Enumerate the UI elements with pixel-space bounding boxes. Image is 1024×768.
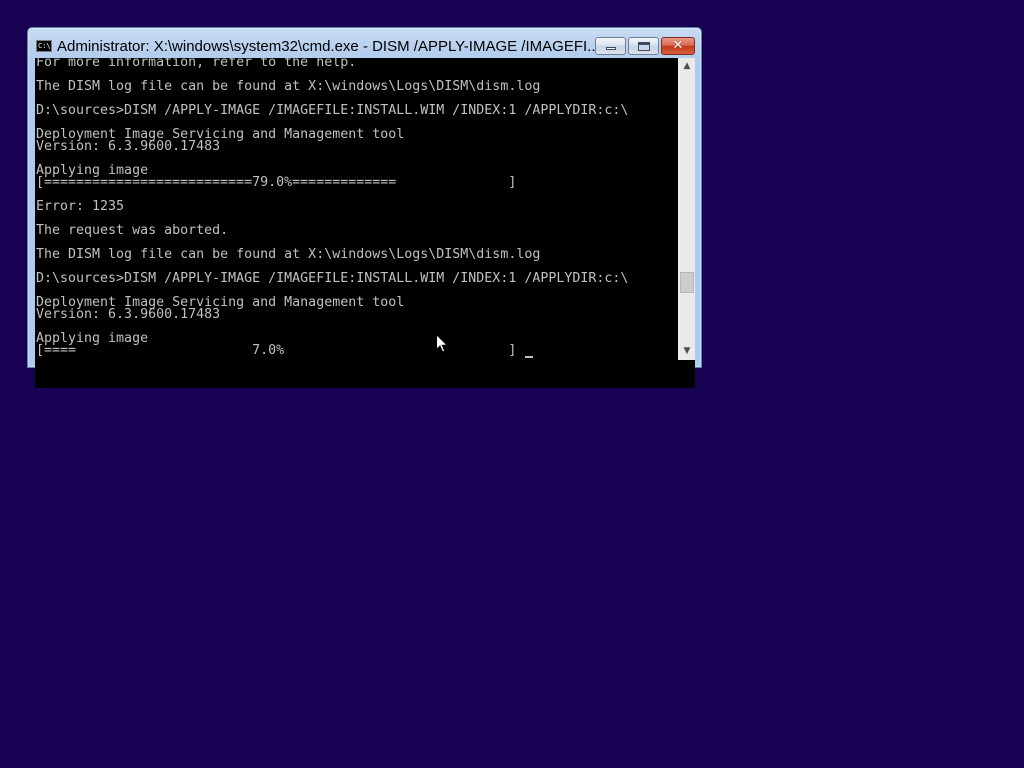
console-line: For more information, refer to the help. <box>36 58 357 70</box>
chevron-down-icon[interactable]: ▼ <box>679 343 695 360</box>
console-line: The DISM log file can be found at X:\win… <box>36 247 541 262</box>
text-cursor <box>525 356 533 358</box>
console-output-viewport[interactable]: For more information, refer to the help.… <box>35 58 678 360</box>
console-line: The DISM log file can be found at X:\win… <box>36 79 541 94</box>
close-button[interactable]: ✕ <box>661 37 695 55</box>
console-line: The request was aborted. <box>36 223 229 238</box>
console-line: Error: 1235 <box>36 199 125 214</box>
cmd-window[interactable]: C:\ Administrator: X:\windows\system32\c… <box>27 27 702 388</box>
vertical-scrollbar[interactable]: ▲ ▼ <box>678 58 695 360</box>
minimize-button[interactable] <box>595 37 626 55</box>
scrollbar-thumb[interactable] <box>680 272 694 293</box>
console-line: Version: 6.3.9600.17483 <box>36 139 221 154</box>
console-line: D:\sources>DISM /APPLY-IMAGE /IMAGEFILE:… <box>36 271 629 286</box>
minimize-icon <box>606 47 616 50</box>
mouse-pointer-icon <box>436 334 448 353</box>
console-line: [==========================79.0%========… <box>36 175 517 190</box>
maximize-button[interactable] <box>628 37 659 55</box>
close-icon: ✕ <box>672 38 684 53</box>
console-line: D:\sources>DISM /APPLY-IMAGE /IMAGEFILE:… <box>36 103 629 118</box>
console-line: Version: 6.3.9600.17483 <box>36 307 221 322</box>
console-output: For more information, refer to the help.… <box>36 58 628 357</box>
title-bar[interactable]: C:\ Administrator: X:\windows\system32\c… <box>28 28 701 59</box>
maximize-icon <box>638 42 650 51</box>
chevron-up-icon[interactable]: ▲ <box>679 58 695 75</box>
cmd-app-icon[interactable]: C:\ <box>36 40 52 52</box>
console-area[interactable]: For more information, refer to the help.… <box>35 58 695 388</box>
window-bottom-frame <box>28 360 701 368</box>
window-title: Administrator: X:\windows\system32\cmd.e… <box>57 38 600 55</box>
